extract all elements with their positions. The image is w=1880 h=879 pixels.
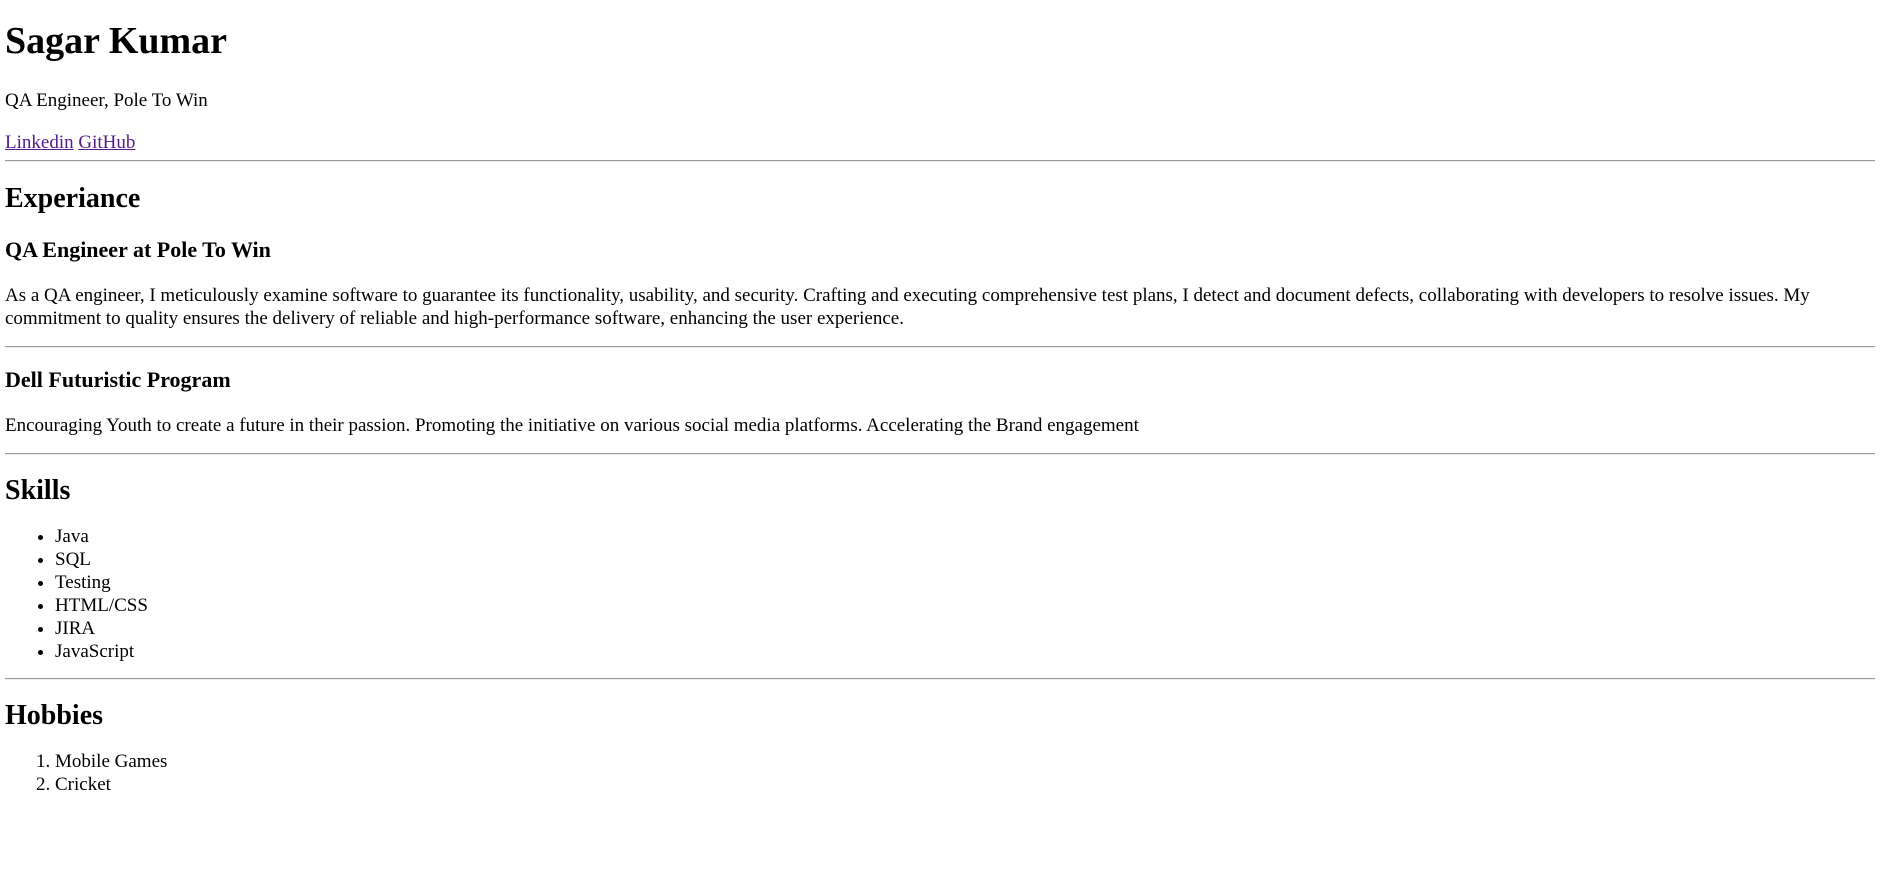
page-title: Sagar Kumar [5,20,228,62]
divider [5,678,1875,680]
experience-entry-description: Encouraging Youth to create a future in … [5,415,1139,436]
job-subtitle: QA Engineer, Pole To Win [5,90,208,111]
experience-entry-title: Dell Futuristic Program [5,367,231,392]
list-item: Java [55,525,1875,548]
list-item: JIRA [55,617,1875,640]
skills-list: Java SQL Testing HTML/CSS JIRA JavaScrip… [5,525,1875,663]
list-item: Testing [55,571,1875,594]
experience-entry-description: As a QA engineer, I meticulously examine… [5,285,1810,329]
divider [5,160,1875,162]
linkedin-link[interactable]: Linkedin [5,132,74,153]
hobbies-list: Mobile Games Cricket [5,750,1875,796]
github-link[interactable]: GitHub [78,132,135,153]
resume-page: Sagar Kumar QA Engineer, Pole To Win Lin… [0,19,1880,796]
experience-heading: Experiance [5,183,141,214]
list-item: Mobile Games [55,750,1875,773]
list-item: SQL [55,548,1875,571]
experience-entry-title: QA Engineer at Pole To Win [5,237,271,262]
profile-links: Linkedin GitHub [5,131,1875,154]
list-item: HTML/CSS [55,594,1875,617]
list-item: JavaScript [55,640,1875,663]
list-item: Cricket [55,773,1875,796]
hobbies-heading: Hobbies [5,700,104,731]
divider [5,346,1875,348]
skills-heading: Skills [5,475,71,506]
divider [5,453,1875,455]
